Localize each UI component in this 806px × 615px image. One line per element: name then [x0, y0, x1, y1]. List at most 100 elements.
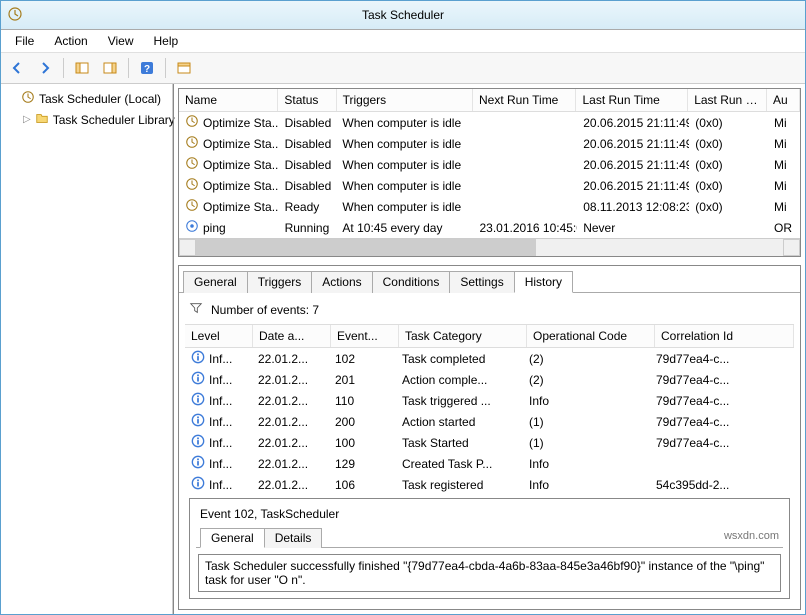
- task-row[interactable]: ping Running At 10:45 every day 23.01.20…: [179, 217, 800, 238]
- event-id: 129: [329, 453, 396, 474]
- col-last-run[interactable]: Last Run Time: [576, 89, 688, 111]
- nav-back-button[interactable]: [5, 56, 29, 80]
- task-next-run: [474, 196, 578, 217]
- task-icon: [185, 177, 199, 194]
- event-category: Created Task P...: [396, 453, 523, 474]
- event-row[interactable]: Inf... 22.01.2... 100 Task Started (1) 7…: [185, 432, 794, 453]
- event-correlation: 79d77ea4-c...: [650, 390, 794, 411]
- task-last-run: 20.06.2015 21:11:49: [577, 154, 689, 175]
- event-opcode: (1): [523, 432, 650, 453]
- menu-file[interactable]: File: [5, 32, 44, 50]
- event-level: Inf...: [209, 478, 232, 492]
- task-status: Disabled: [279, 133, 337, 154]
- col-name[interactable]: Name: [179, 89, 278, 111]
- event-row[interactable]: Inf... 22.01.2... 106 Task registered In…: [185, 474, 794, 494]
- properties-button[interactable]: [172, 56, 196, 80]
- task-row[interactable]: Optimize Sta... Disabled When computer i…: [179, 112, 800, 133]
- col-opcode[interactable]: Operational Code: [527, 325, 655, 347]
- event-row[interactable]: Inf... 22.01.2... 129 Created Task P... …: [185, 453, 794, 474]
- tree-library-label: Task Scheduler Library: [53, 113, 175, 127]
- task-author: Mi: [768, 133, 800, 154]
- task-row[interactable]: Optimize Sta... Disabled When computer i…: [179, 133, 800, 154]
- tab-conditions[interactable]: Conditions: [372, 271, 451, 293]
- event-date: 22.01.2...: [252, 453, 329, 474]
- event-tab-general[interactable]: General: [200, 528, 265, 548]
- menu-view[interactable]: View: [98, 32, 144, 50]
- history-filter-bar: Number of events: 7: [185, 299, 794, 324]
- event-row[interactable]: Inf... 22.01.2... 200 Action started (1)…: [185, 411, 794, 432]
- tab-settings[interactable]: Settings: [449, 271, 514, 293]
- task-author: Mi: [768, 154, 800, 175]
- task-name: ping: [203, 221, 226, 235]
- tree-root[interactable]: Task Scheduler (Local): [3, 88, 170, 109]
- toolbar-separator: [63, 58, 64, 78]
- task-triggers: When computer is idle: [336, 196, 473, 217]
- task-icon: [185, 114, 199, 131]
- task-name: Optimize Sta...: [203, 158, 279, 172]
- clock-icon: [21, 90, 35, 107]
- event-row[interactable]: Inf... 22.01.2... 110 Task triggered ...…: [185, 390, 794, 411]
- help-button[interactable]: ?: [135, 56, 159, 80]
- tree-library[interactable]: ▷ Task Scheduler Library: [19, 109, 170, 130]
- expander-icon[interactable]: ▷: [23, 114, 31, 125]
- task-icon: [185, 219, 199, 236]
- col-author[interactable]: Au: [767, 89, 800, 111]
- col-correlation[interactable]: Correlation Id: [655, 325, 794, 347]
- event-date: 22.01.2...: [252, 411, 329, 432]
- event-opcode: Info: [523, 453, 650, 474]
- task-icon: [185, 198, 199, 215]
- detail-tabstrip: General Triggers Actions Conditions Sett…: [179, 266, 800, 293]
- col-event[interactable]: Event...: [331, 325, 399, 347]
- info-icon: [191, 413, 205, 430]
- event-detail-text: Task Scheduler successfully finished "{7…: [198, 554, 781, 592]
- event-row[interactable]: Inf... 22.01.2... 201 Action comple... (…: [185, 369, 794, 390]
- task-next-run: 23.01.2016 10:45:02: [474, 217, 578, 238]
- event-correlation: 54c395dd-2...: [650, 474, 794, 494]
- funnel-icon[interactable]: [189, 301, 203, 318]
- event-opcode: Info: [523, 474, 650, 494]
- tab-triggers[interactable]: Triggers: [247, 271, 313, 293]
- col-status[interactable]: Status: [278, 89, 336, 111]
- col-date[interactable]: Date a...: [253, 325, 331, 347]
- task-triggers: When computer is idle: [336, 112, 473, 133]
- task-last-run: 20.06.2015 21:11:49: [577, 133, 689, 154]
- event-count-label: Number of events: 7: [211, 303, 319, 317]
- task-author: Mi: [768, 175, 800, 196]
- task-next-run: [474, 112, 578, 133]
- event-tab-details[interactable]: Details: [264, 528, 323, 548]
- horizontal-scrollbar[interactable]: [179, 238, 800, 256]
- task-row[interactable]: Optimize Sta... Disabled When computer i…: [179, 154, 800, 175]
- tab-history[interactable]: History: [514, 271, 573, 293]
- task-status: Disabled: [279, 154, 337, 175]
- task-icon: [185, 135, 199, 152]
- event-id: 201: [329, 369, 396, 390]
- tab-actions[interactable]: Actions: [311, 271, 372, 293]
- app-clock-icon: [7, 6, 23, 22]
- event-opcode: (1): [523, 411, 650, 432]
- event-detail-pane: Event 102, TaskScheduler General Details…: [189, 498, 790, 599]
- task-last-result: [689, 217, 768, 238]
- task-triggers: At 10:45 every day: [336, 217, 473, 238]
- event-opcode: (2): [523, 369, 650, 390]
- menu-help[interactable]: Help: [144, 32, 189, 50]
- info-icon: [191, 455, 205, 472]
- event-category: Task Started: [396, 432, 523, 453]
- col-level[interactable]: Level: [185, 325, 253, 347]
- col-category[interactable]: Task Category: [399, 325, 527, 347]
- show-hide-console-tree-button[interactable]: [70, 56, 94, 80]
- task-row[interactable]: Optimize Sta... Ready When computer is i…: [179, 196, 800, 217]
- info-icon: [191, 350, 205, 367]
- task-row[interactable]: Optimize Sta... Disabled When computer i…: [179, 175, 800, 196]
- col-last-result[interactable]: Last Run Result: [688, 89, 767, 111]
- show-hide-action-pane-button[interactable]: [98, 56, 122, 80]
- col-triggers[interactable]: Triggers: [337, 89, 473, 111]
- event-date: 22.01.2...: [252, 348, 329, 369]
- nav-forward-button[interactable]: [33, 56, 57, 80]
- tab-general[interactable]: General: [183, 271, 248, 293]
- menu-action[interactable]: Action: [44, 32, 97, 50]
- event-category: Task completed: [396, 348, 523, 369]
- event-id: 106: [329, 474, 396, 494]
- col-next-run[interactable]: Next Run Time: [473, 89, 576, 111]
- event-row[interactable]: Inf... 22.01.2... 102 Task completed (2)…: [185, 348, 794, 369]
- svg-text:?: ?: [144, 64, 150, 75]
